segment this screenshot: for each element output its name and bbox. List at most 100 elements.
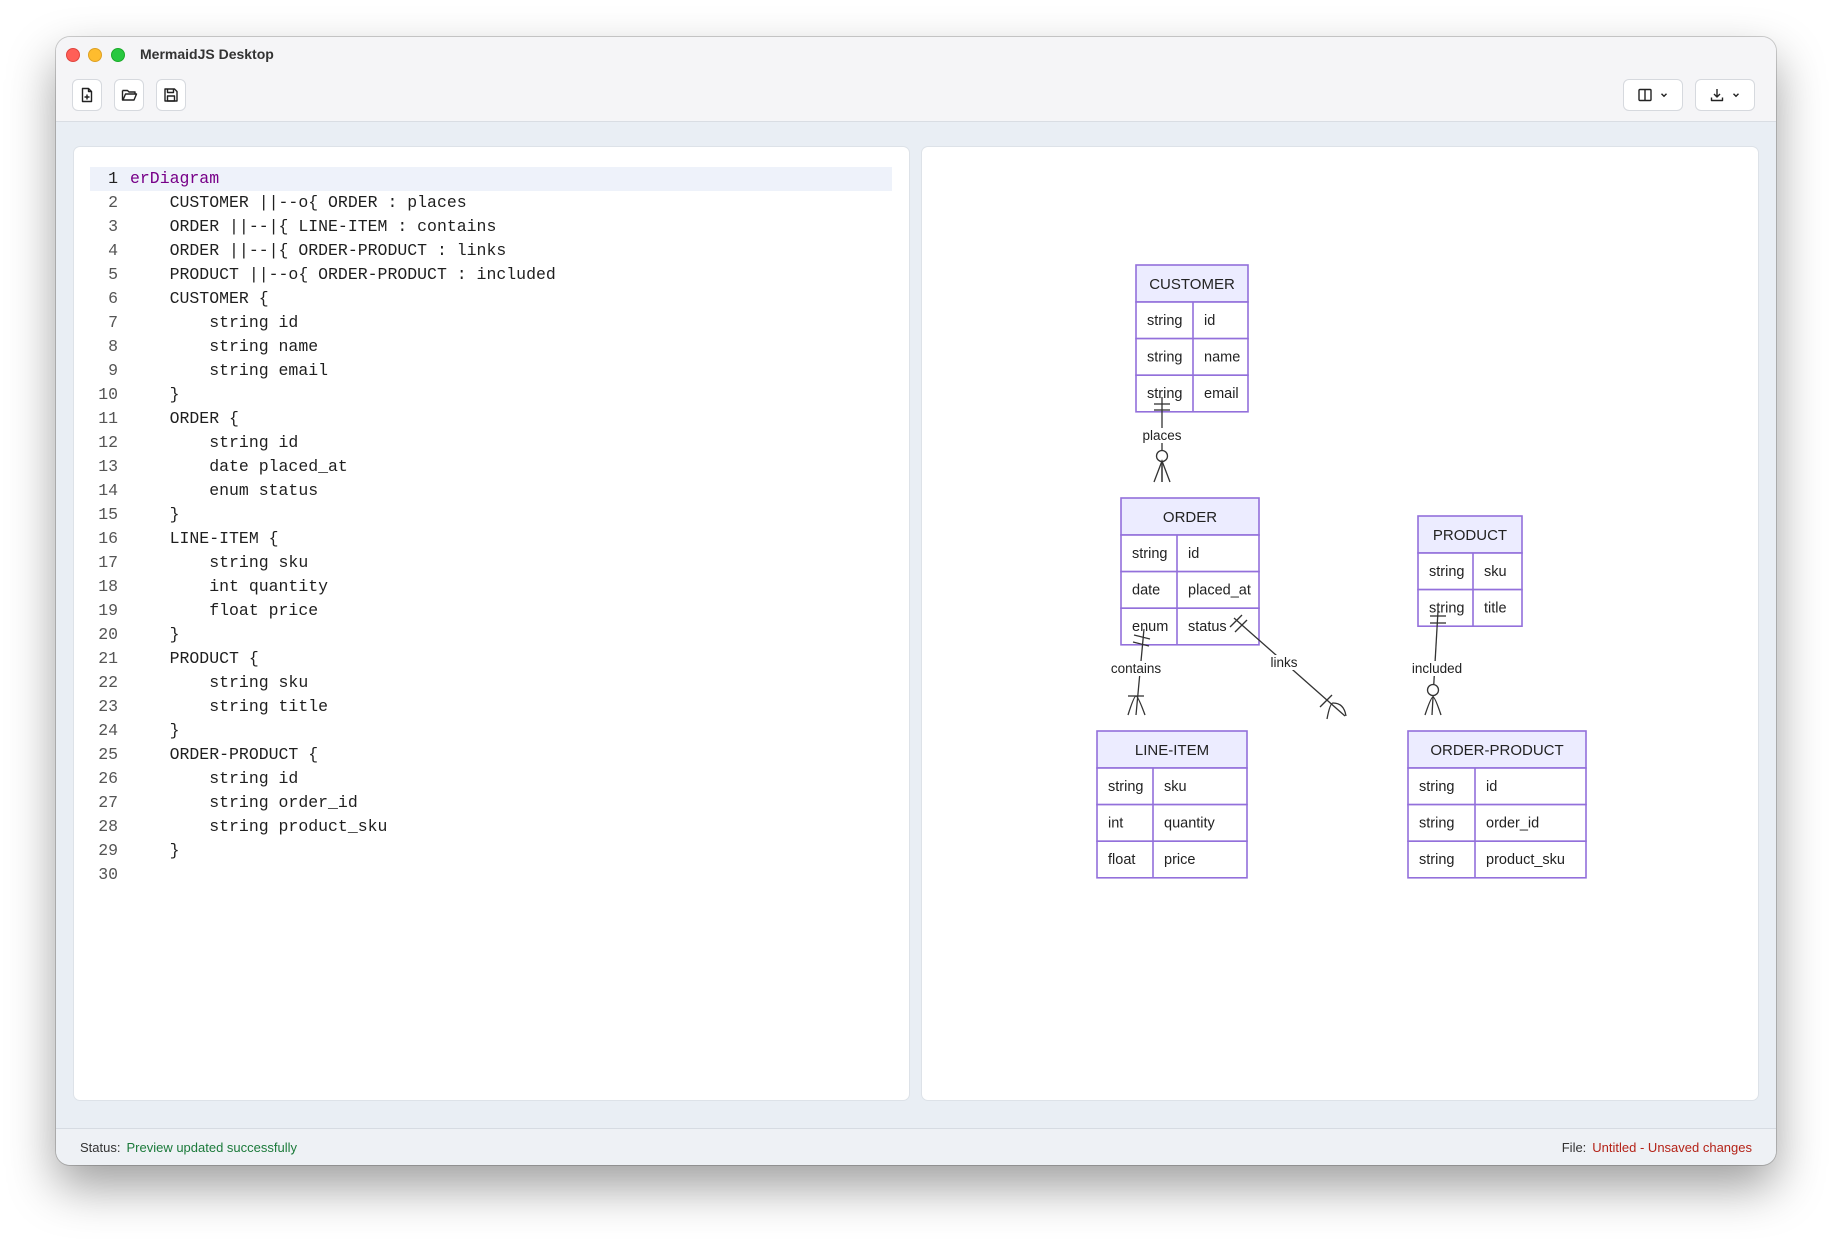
entity-name: CUSTOMER [1149,276,1235,293]
new-file-button[interactable] [72,79,102,111]
save-icon [164,88,178,102]
code-line[interactable]: 28 string product_sku [90,815,892,839]
line-number: 13 [98,457,118,476]
cardinality-crowfoot [1326,702,1347,720]
code-line[interactable]: 1 erDiagram [90,167,892,191]
entity-customer: CUSTOMER string id string name string email [1135,264,1249,413]
code-line[interactable]: 6 CUSTOMER { [90,287,892,311]
code-text: string sku [130,553,309,572]
save-file-button[interactable] [156,79,186,111]
maximize-window-button[interactable] [111,48,125,62]
code-line[interactable]: 14 enum status [90,479,892,503]
code-line[interactable]: 15 } [90,503,892,527]
line-number: 11 [98,409,118,428]
line-number: 19 [98,601,118,620]
code-line[interactable]: 25 ORDER-PRODUCT { [90,743,892,767]
code-editor[interactable]: 1 erDiagram 2 CUSTOMER ||--o{ ORDER : plac… [74,147,909,1100]
code-text: string title [130,697,329,716]
code-text: float price [130,601,319,620]
code-text: ORDER { [130,409,239,428]
code-line[interactable]: 23 string title [90,695,892,719]
code-line[interactable]: 2 CUSTOMER ||--o{ ORDER : places [90,191,892,215]
export-button[interactable] [1695,79,1755,111]
entity-line-item: LINE-ITEM string sku int quantity float price [1096,730,1248,879]
line-number: 14 [98,481,118,500]
close-window-button[interactable] [66,48,80,62]
code-lines[interactable]: 1 erDiagram 2 CUSTOMER ||--o{ ORDER : plac… [90,167,892,887]
line-number: 20 [98,625,118,644]
code-line[interactable]: 27 string order_id [90,791,892,815]
code-line[interactable]: 8 string name [90,335,892,359]
line-number: 8 [108,337,118,356]
file-status: Untitled - Unsaved changes [1592,1140,1752,1155]
download-icon [1710,89,1724,102]
diagram-preview: CUSTOMER string id string name string email ORD… [922,147,1758,1100]
line-number: 18 [98,577,118,596]
attribute-name: order_id [1486,816,1539,832]
code-text: } [130,385,180,404]
code-line[interactable]: 3 ORDER ||--|{ LINE-ITEM : contains [90,215,892,239]
code-line[interactable]: 24 } [90,719,892,743]
code-line[interactable]: 18 int quantity [90,575,892,599]
code-line[interactable]: 5 PRODUCT ||--o{ ORDER-PRODUCT : include… [90,263,892,287]
code-text: date placed_at [130,457,348,476]
attribute-type: string [1419,779,1454,795]
attribute-type: string [1147,386,1182,402]
relation-label: contains [1111,661,1162,676]
line-number: 27 [98,793,118,812]
relation-label: included [1412,661,1462,676]
code-line[interactable]: 9 string email [90,359,892,383]
line-number: 26 [98,769,118,788]
code-line[interactable]: 20 } [90,623,892,647]
code-text: string id [130,433,299,452]
line-number: 30 [98,865,118,884]
app-window: MermaidJS Desktop 1 erDiagram 2 CUSTOMER… [56,37,1776,1165]
attribute-name: sku [1164,779,1187,795]
code-text: string sku [130,673,309,692]
line-number: 29 [98,841,118,860]
code-text: enum status [130,481,319,500]
code-line[interactable]: 4 ORDER ||--|{ ORDER-PRODUCT : links [90,239,892,263]
attribute-name: title [1484,601,1507,617]
line-number: 22 [98,673,118,692]
open-file-button[interactable] [114,79,144,111]
file-plus-icon [81,87,93,103]
code-text: ORDER ||--|{ LINE-ITEM : contains [130,217,497,236]
code-line[interactable]: 26 string id [90,767,892,791]
code-line[interactable]: 19 float price [90,599,892,623]
code-text: string product_sku [130,817,388,836]
code-text: string id [130,313,299,332]
line-number: 9 [108,361,118,380]
code-line[interactable]: 7 string id [90,311,892,335]
layout-toggle-button[interactable] [1623,79,1683,111]
code-line[interactable]: 17 string sku [90,551,892,575]
attribute-name: price [1164,852,1195,868]
code-line[interactable]: 29 } [90,839,892,863]
relation-label: links [1270,655,1297,670]
line-number: 23 [98,697,118,716]
code-line[interactable]: 12 string id [90,431,892,455]
attribute-type: string [1147,313,1182,329]
code-line[interactable]: 30 [90,863,892,887]
minimize-window-button[interactable] [88,48,102,62]
line-number: 4 [108,241,118,260]
layout-columns-icon [1638,88,1652,102]
attribute-name: product_sku [1486,852,1565,868]
chevron-down-icon [1661,93,1667,98]
attribute-type: string [1132,546,1167,562]
status-message: Preview updated successfully [126,1140,297,1155]
code-line[interactable]: 11 ORDER { [90,407,892,431]
attribute-name: sku [1484,564,1507,580]
entity-name: PRODUCT [1433,527,1507,544]
code-line[interactable]: 16 LINE-ITEM { [90,527,892,551]
entity-name: ORDER-PRODUCT [1430,742,1563,759]
attribute-type: enum [1132,619,1168,635]
attribute-name: email [1204,386,1239,402]
code-line[interactable]: 21 PRODUCT { [90,647,892,671]
code-line[interactable]: 13 date placed_at [90,455,892,479]
attribute-name: status [1188,619,1227,635]
attribute-type: string [1429,601,1464,617]
code-line[interactable]: 10 } [90,383,892,407]
code-line[interactable]: 22 string sku [90,671,892,695]
line-number: 24 [98,721,118,740]
